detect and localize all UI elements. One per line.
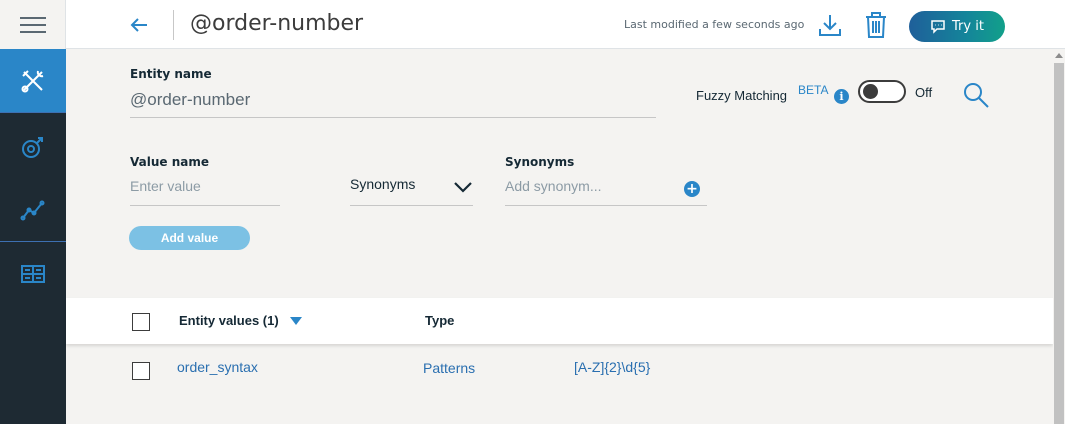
chevron-down-icon xyxy=(454,182,472,193)
try-it-button[interactable]: Try it xyxy=(909,11,1005,42)
rail-item-build[interactable] xyxy=(0,49,66,112)
search-icon[interactable] xyxy=(962,81,990,109)
scroll-up-icon[interactable] xyxy=(1055,53,1063,58)
table-header: Entity values (1) Type xyxy=(66,298,1053,344)
info-icon[interactable]: i xyxy=(834,89,849,104)
menu-button[interactable] xyxy=(0,0,66,49)
value-type-selected: Synonyms xyxy=(350,176,416,192)
hamburger-icon xyxy=(19,15,46,35)
entity-value-link[interactable]: order_syntax xyxy=(177,359,258,375)
back-arrow-icon[interactable] xyxy=(128,14,150,36)
toggle-state-label: Off xyxy=(915,85,933,100)
pattern-text[interactable]: [A-Z]{2}\d{5} xyxy=(574,359,650,375)
value-type-select[interactable]: Synonyms xyxy=(350,172,473,206)
scroll-thumb[interactable] xyxy=(1054,63,1064,424)
last-modified-text: Last modified a few seconds ago xyxy=(624,18,805,31)
rail-item-overview[interactable] xyxy=(0,242,66,305)
value-name-label: Value name xyxy=(130,155,209,169)
try-it-label: Try it xyxy=(952,19,984,34)
page-title: @order-number xyxy=(190,11,364,36)
entity-values-header[interactable]: Entity values (1) xyxy=(179,313,279,328)
analytics-icon xyxy=(20,200,45,220)
fuzzy-matching-toggle[interactable] xyxy=(858,80,906,103)
chat-icon xyxy=(931,20,945,34)
add-synonym-icon[interactable]: + xyxy=(684,181,700,197)
vertical-scrollbar[interactable] xyxy=(1053,49,1065,424)
entity-name-input[interactable]: @order-number xyxy=(130,88,656,118)
sort-down-icon[interactable] xyxy=(290,317,302,325)
download-icon[interactable] xyxy=(818,12,842,38)
row-checkbox[interactable] xyxy=(132,362,150,380)
type-header: Type xyxy=(425,313,455,328)
fuzzy-matching-label: Fuzzy Matching xyxy=(696,88,788,103)
synonym-input[interactable]: Add synonym... xyxy=(505,176,707,206)
add-value-button[interactable]: Add value xyxy=(129,226,250,250)
dashboard-icon xyxy=(21,264,45,283)
header-divider xyxy=(173,10,174,40)
rail-item-analytics[interactable] xyxy=(0,178,66,241)
top-header: @order-number Last modified a few second… xyxy=(66,0,1065,49)
select-all-checkbox[interactable] xyxy=(132,313,150,331)
value-type-text: Patterns xyxy=(423,360,476,376)
intent-icon xyxy=(22,136,43,158)
entity-name-label: Entity name xyxy=(130,67,212,81)
value-name-input[interactable]: Enter value xyxy=(130,176,280,206)
synonyms-label: Synonyms xyxy=(505,155,575,169)
trash-icon[interactable] xyxy=(864,11,888,39)
left-rail xyxy=(0,0,66,424)
rail-divider xyxy=(0,112,66,113)
beta-badge: BETA xyxy=(798,83,829,97)
tools-icon xyxy=(21,69,44,92)
app: @order-number Last modified a few second… xyxy=(0,0,1065,424)
toggle-knob xyxy=(863,84,878,99)
rail-item-intents[interactable] xyxy=(0,115,66,178)
